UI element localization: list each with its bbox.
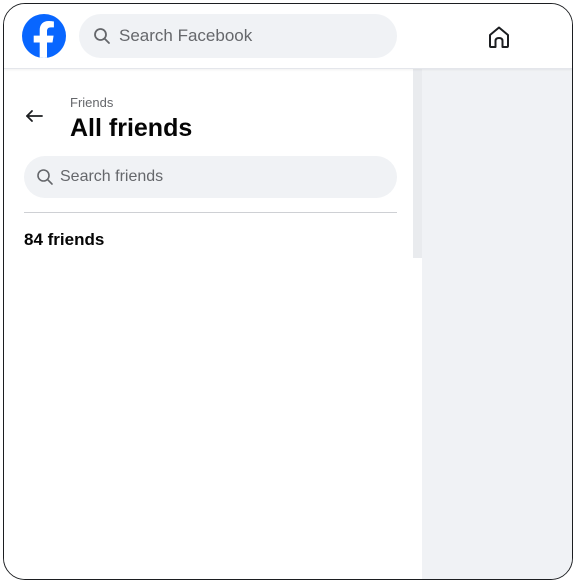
back-arrow-icon[interactable] (22, 104, 46, 128)
search-friends-input[interactable] (60, 156, 380, 198)
top-navigation-bar: Search Facebook (4, 4, 572, 69)
page-title: All friends (70, 114, 193, 142)
facebook-logo-icon[interactable] (22, 14, 66, 58)
main-content-area (422, 68, 572, 579)
facebook-search-box[interactable]: Search Facebook (79, 14, 397, 58)
home-icon[interactable] (484, 22, 514, 52)
search-icon (94, 28, 110, 44)
facebook-search-placeholder: Search Facebook (119, 26, 253, 45)
section-divider (24, 212, 397, 213)
breadcrumb[interactable]: Friends (70, 95, 113, 110)
friends-sidebar: Friends All friends 84 friends (4, 68, 422, 579)
search-friends-field[interactable] (24, 156, 397, 198)
search-icon (37, 169, 53, 185)
friend-count: 84 friends (24, 230, 105, 249)
app-window: Search Facebook Friends All friends 84 f… (3, 3, 573, 580)
scrollbar-track[interactable] (413, 68, 422, 258)
